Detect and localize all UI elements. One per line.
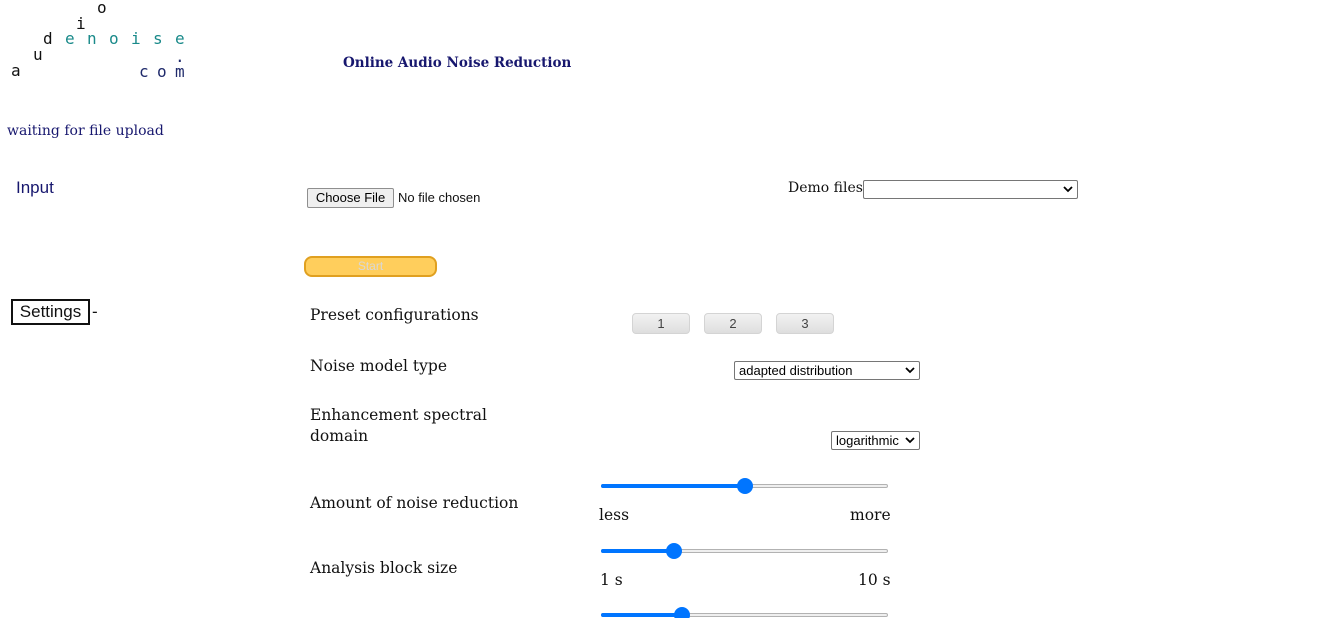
noise-reduction-min-label: less (599, 506, 630, 524)
logo-letter: c (139, 62, 149, 81)
logo-letter: e (65, 29, 75, 48)
spectral-domain-label: Enhancement spectral domain (310, 405, 487, 447)
slider-thumb[interactable] (666, 543, 682, 559)
noise-reduction-slider[interactable] (601, 478, 888, 494)
noise-model-label: Noise model type (310, 357, 447, 375)
preset-2-button[interactable]: 2 (704, 313, 762, 334)
logo-letter: i (76, 14, 86, 33)
spectral-domain-label-line2: domain (310, 427, 369, 445)
slider-thumb[interactable] (737, 478, 753, 494)
settings-collapse-toggle[interactable]: - (92, 302, 98, 322)
slider-thumb[interactable] (674, 607, 690, 618)
noise-model-select[interactable]: adapted distribution (734, 361, 920, 380)
block-size-max-label: 10 s (858, 571, 891, 589)
spectral-domain-select[interactable]: logarithmic (831, 431, 920, 450)
noise-reduction-label: Amount of noise reduction (310, 494, 519, 512)
third-setting-slider[interactable] (601, 607, 888, 618)
noise-model-selected-value: adapted distribution (739, 363, 853, 378)
logo-letter: u (33, 45, 43, 64)
preset-configurations-label: Preset configurations (310, 306, 479, 324)
input-section-label: Input (16, 178, 54, 197)
start-button[interactable]: Start (304, 256, 437, 277)
chevron-down-icon (905, 433, 915, 453)
choose-file-button[interactable]: Choose File (307, 188, 394, 208)
logo-letter: o (109, 29, 119, 48)
noise-reduction-max-label: more (850, 506, 891, 524)
logo-letter: n (87, 29, 97, 48)
page-title: Online Audio Noise Reduction (343, 55, 572, 71)
demo-files-label: Demo files (788, 180, 863, 196)
slider-fill (601, 549, 674, 553)
logo-letter: d (43, 29, 53, 48)
preset-3-button[interactable]: 3 (776, 313, 834, 334)
block-size-label: Analysis block size (310, 559, 458, 577)
demo-files-select[interactable] (863, 180, 1078, 199)
chevron-down-icon (1063, 182, 1073, 202)
file-status-text: No file chosen (398, 190, 481, 205)
block-size-slider[interactable] (601, 543, 888, 559)
status-message: waiting for file upload (7, 123, 164, 139)
chevron-down-icon (905, 363, 915, 383)
slider-fill (601, 484, 745, 488)
preset-1-button[interactable]: 1 (632, 313, 690, 334)
spectral-domain-label-line1: Enhancement spectral (310, 406, 487, 424)
logo-letter: o (157, 62, 167, 81)
spectral-domain-selected-value: logarithmic (836, 433, 899, 448)
settings-section-label[interactable]: Settings (11, 299, 90, 325)
logo-letter: o (97, 0, 107, 17)
logo-letter: e (175, 29, 185, 48)
logo-letter: m (175, 62, 185, 81)
block-size-min-label: 1 s (600, 571, 623, 589)
logo-letter: a (11, 61, 21, 80)
logo-letter: i (131, 29, 141, 48)
logo-letter: s (153, 29, 163, 48)
slider-fill (601, 613, 682, 617)
